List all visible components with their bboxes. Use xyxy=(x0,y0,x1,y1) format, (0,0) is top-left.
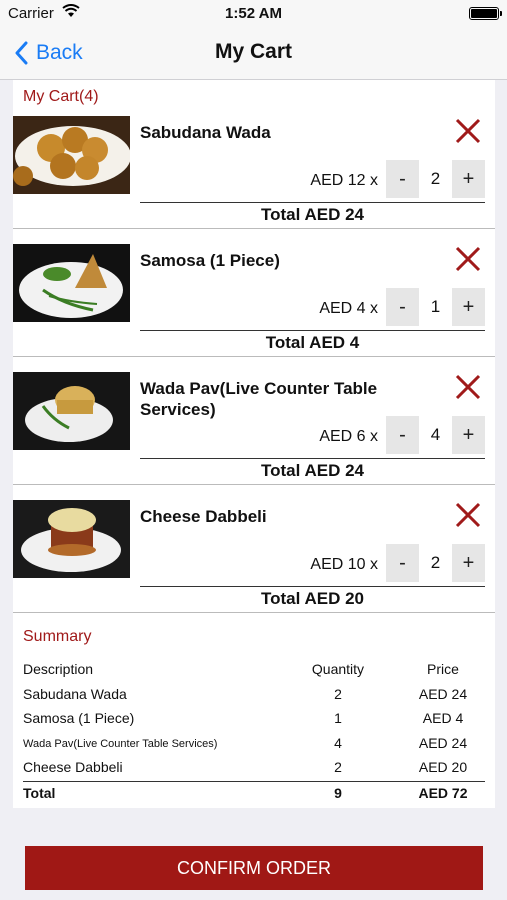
cart-item: Wada Pav(Live Counter Table Services) AE… xyxy=(13,372,495,500)
summary-description: Wada Pav(Live Counter Table Services) xyxy=(23,737,218,750)
remove-item-button[interactable] xyxy=(453,116,483,146)
summary-row: Sabudana Wada 2 AED 24 xyxy=(23,683,485,708)
divider xyxy=(13,612,495,613)
close-icon xyxy=(455,374,481,400)
summary-price: AED 24 xyxy=(418,734,468,751)
close-icon xyxy=(455,502,481,528)
column-header: Price xyxy=(427,661,459,677)
remove-item-button[interactable] xyxy=(453,500,483,530)
summary-quantity: 2 xyxy=(334,759,342,775)
item-image xyxy=(13,244,130,322)
decrease-qty-button[interactable]: - xyxy=(386,544,419,582)
summary-quantity: 1 xyxy=(334,710,342,726)
unit-price: AED 12 x xyxy=(310,172,378,189)
item-total: Total AED 4 xyxy=(265,333,360,352)
summary-heading: Summary xyxy=(23,628,92,645)
page-title: My Cart xyxy=(214,40,293,63)
summary-row: Cheese Dabbeli 2 AED 20 xyxy=(23,756,485,781)
nav-bar: Back My Cart xyxy=(0,26,507,80)
increase-qty-button[interactable]: + xyxy=(452,544,485,582)
divider xyxy=(13,228,495,229)
divider xyxy=(13,484,495,485)
cart-item: Sabudana Wada AED 12 x - 2 + Total AED 2… xyxy=(13,116,495,244)
item-name: Samosa (1 Piece) xyxy=(140,251,280,270)
status-bar: Carrier 1:52 AM xyxy=(0,0,507,26)
summary-price: AED 4 xyxy=(422,710,464,726)
increase-qty-button[interactable]: + xyxy=(452,160,485,198)
divider xyxy=(140,458,485,459)
close-icon xyxy=(455,246,481,272)
summary-description: Samosa (1 Piece) xyxy=(23,710,135,726)
battery-icon xyxy=(469,7,502,20)
increase-qty-button[interactable]: + xyxy=(452,288,485,326)
divider xyxy=(140,330,485,331)
item-name: Wada Pav(Live Counter Table Services) xyxy=(140,379,378,419)
summary-quantity: 4 xyxy=(334,734,342,751)
remove-item-button[interactable] xyxy=(453,244,483,274)
cart-item: Cheese Dabbeli AED 10 x - 2 + Total AED … xyxy=(13,500,495,628)
summary-header-row: Description Quantity Price xyxy=(23,658,485,683)
summary-total-quantity: 9 xyxy=(334,784,342,801)
unit-price: AED 10 x xyxy=(310,556,378,573)
confirm-order-button[interactable]: CONFIRM ORDER xyxy=(25,846,483,890)
quantity-value: 4 xyxy=(430,425,441,444)
item-total: Total AED 24 xyxy=(261,461,364,480)
cart-content: My Cart(4) Sabudana Wada AED 12 x - 2 + … xyxy=(13,80,495,808)
unit-price: AED 4 x xyxy=(319,300,378,317)
cart-item: Samosa (1 Piece) AED 4 x - 1 + Total AED… xyxy=(13,244,495,372)
quantity-value: 2 xyxy=(430,169,441,188)
decrease-qty-button[interactable]: - xyxy=(386,288,419,326)
summary-table: Description Quantity Price Sabudana Wada… xyxy=(23,658,485,805)
item-total: Total AED 20 xyxy=(261,589,364,608)
divider xyxy=(140,202,485,203)
close-icon xyxy=(455,118,481,144)
item-name: Cheese Dabbeli xyxy=(140,507,267,526)
summary-price: AED 20 xyxy=(418,759,468,775)
divider xyxy=(13,356,495,357)
quantity-value: 1 xyxy=(430,297,441,316)
summary-description: Cheese Dabbeli xyxy=(23,759,123,775)
cart-heading: My Cart(4) xyxy=(23,88,99,105)
decrease-qty-button[interactable]: - xyxy=(386,160,419,198)
summary-row: Samosa (1 Piece) 1 AED 4 xyxy=(23,707,485,732)
summary-description: Sabudana Wada xyxy=(23,685,127,702)
remove-item-button[interactable] xyxy=(453,372,483,402)
quantity-value: 2 xyxy=(430,553,441,572)
status-time: 1:52 AM xyxy=(225,5,282,22)
summary-total-label: Total xyxy=(23,784,56,801)
decrease-qty-button[interactable]: - xyxy=(386,416,419,454)
item-total: Total AED 24 xyxy=(261,205,364,224)
divider xyxy=(140,586,485,587)
summary-row: Wada Pav(Live Counter Table Services) 4 … xyxy=(23,732,485,757)
column-header: Quantity xyxy=(311,661,365,677)
column-header: Description xyxy=(23,661,94,677)
unit-price: AED 6 x xyxy=(319,428,378,445)
summary-total-price: AED 72 xyxy=(418,784,468,801)
item-image xyxy=(13,116,130,194)
item-image xyxy=(13,500,130,578)
increase-qty-button[interactable]: + xyxy=(452,416,485,454)
summary-total-row: Total 9 AED 72 xyxy=(23,780,485,806)
summary-quantity: 2 xyxy=(334,685,342,702)
item-image xyxy=(13,372,130,450)
summary-price: AED 24 xyxy=(418,685,468,702)
item-name: Sabudana Wada xyxy=(140,123,271,142)
